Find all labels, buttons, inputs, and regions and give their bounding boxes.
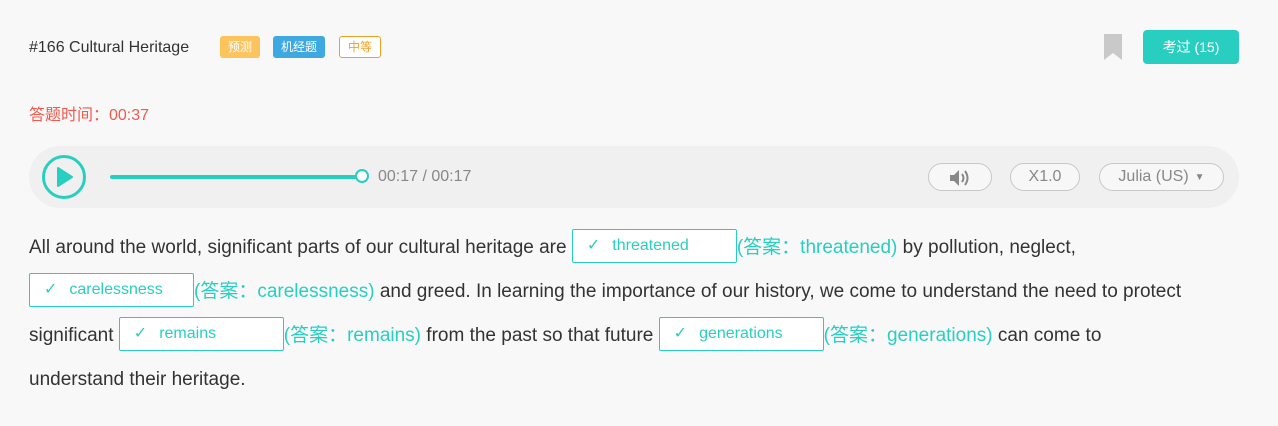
passage-line: significant ✓ remains (答案：remains) from th… — [29, 314, 1244, 358]
passage-line: ✓ carelessness (答案：carelessness) and greed… — [29, 270, 1244, 314]
answer-key: (答案：remains) — [283, 325, 422, 346]
audio-player: 00:17 / 00:17 X1.0 Julia (US) ▼ — [29, 146, 1239, 208]
passed-count-button[interactable]: 考过 (15) — [1143, 30, 1239, 64]
play-button[interactable] — [42, 155, 86, 199]
tag-machine: 机经题 — [273, 36, 326, 58]
passage-text: All around the world, significant parts … — [29, 237, 567, 258]
passage-text: from the past so that future — [426, 325, 654, 346]
tag-predict: 预测 — [220, 36, 261, 58]
blank-input-1[interactable]: ✓ threatened — [571, 229, 737, 264]
passage-text: understand their heritage. — [29, 369, 246, 390]
answer-key: (答案：generations) — [823, 325, 993, 346]
time-readout: 00:17 / 00:17 — [378, 168, 472, 185]
passage-text: by pollution, neglect, — [902, 237, 1076, 258]
play-icon — [57, 167, 73, 187]
speed-button[interactable]: X1.0 — [1010, 163, 1080, 191]
question-header: #166 Cultural Heritage 预测 机经题 中等 考过 (15) — [29, 30, 1239, 64]
blank-input-2[interactable]: ✓ carelessness — [29, 273, 194, 308]
tag-difficulty: 中等 — [339, 36, 382, 58]
question-title: #166 Cultural Heritage — [29, 39, 190, 56]
voice-label: Julia (US) — [1118, 168, 1189, 185]
volume-button[interactable] — [928, 163, 992, 191]
blank-value: carelessness — [69, 281, 163, 299]
passage-text: can come to — [997, 325, 1102, 346]
blank-value: generations — [699, 325, 783, 343]
answer-key: (答案：carelessness) — [194, 281, 375, 302]
check-icon: ✓ — [673, 325, 688, 343]
progress-bar[interactable] — [110, 175, 363, 179]
blank-value: remains — [159, 325, 217, 343]
check-icon: ✓ — [586, 237, 601, 255]
passage-text: significant — [29, 325, 114, 346]
passage-line: All around the world, significant parts … — [29, 226, 1244, 270]
check-icon: ✓ — [44, 281, 58, 299]
passage-line: understand their heritage. — [29, 358, 1244, 402]
blank-value: threatened — [612, 237, 689, 255]
answer-timer: 答题时间：00:37 — [29, 107, 150, 124]
check-icon: ✓ — [133, 325, 148, 343]
bookmark-icon[interactable] — [1104, 34, 1122, 60]
passage: All around the world, significant parts … — [29, 226, 1244, 402]
voice-select[interactable]: Julia (US) ▼ — [1099, 163, 1224, 191]
answer-key: (答案：threatened) — [736, 237, 898, 258]
passage-text: and greed. In learning the importance of… — [379, 281, 1182, 302]
caret-down-icon: ▼ — [1194, 172, 1205, 183]
volume-icon — [950, 170, 969, 186]
blank-input-3[interactable]: ✓ remains — [118, 317, 284, 352]
blank-input-4[interactable]: ✓ generations — [658, 317, 824, 352]
progress-handle[interactable] — [355, 169, 369, 183]
